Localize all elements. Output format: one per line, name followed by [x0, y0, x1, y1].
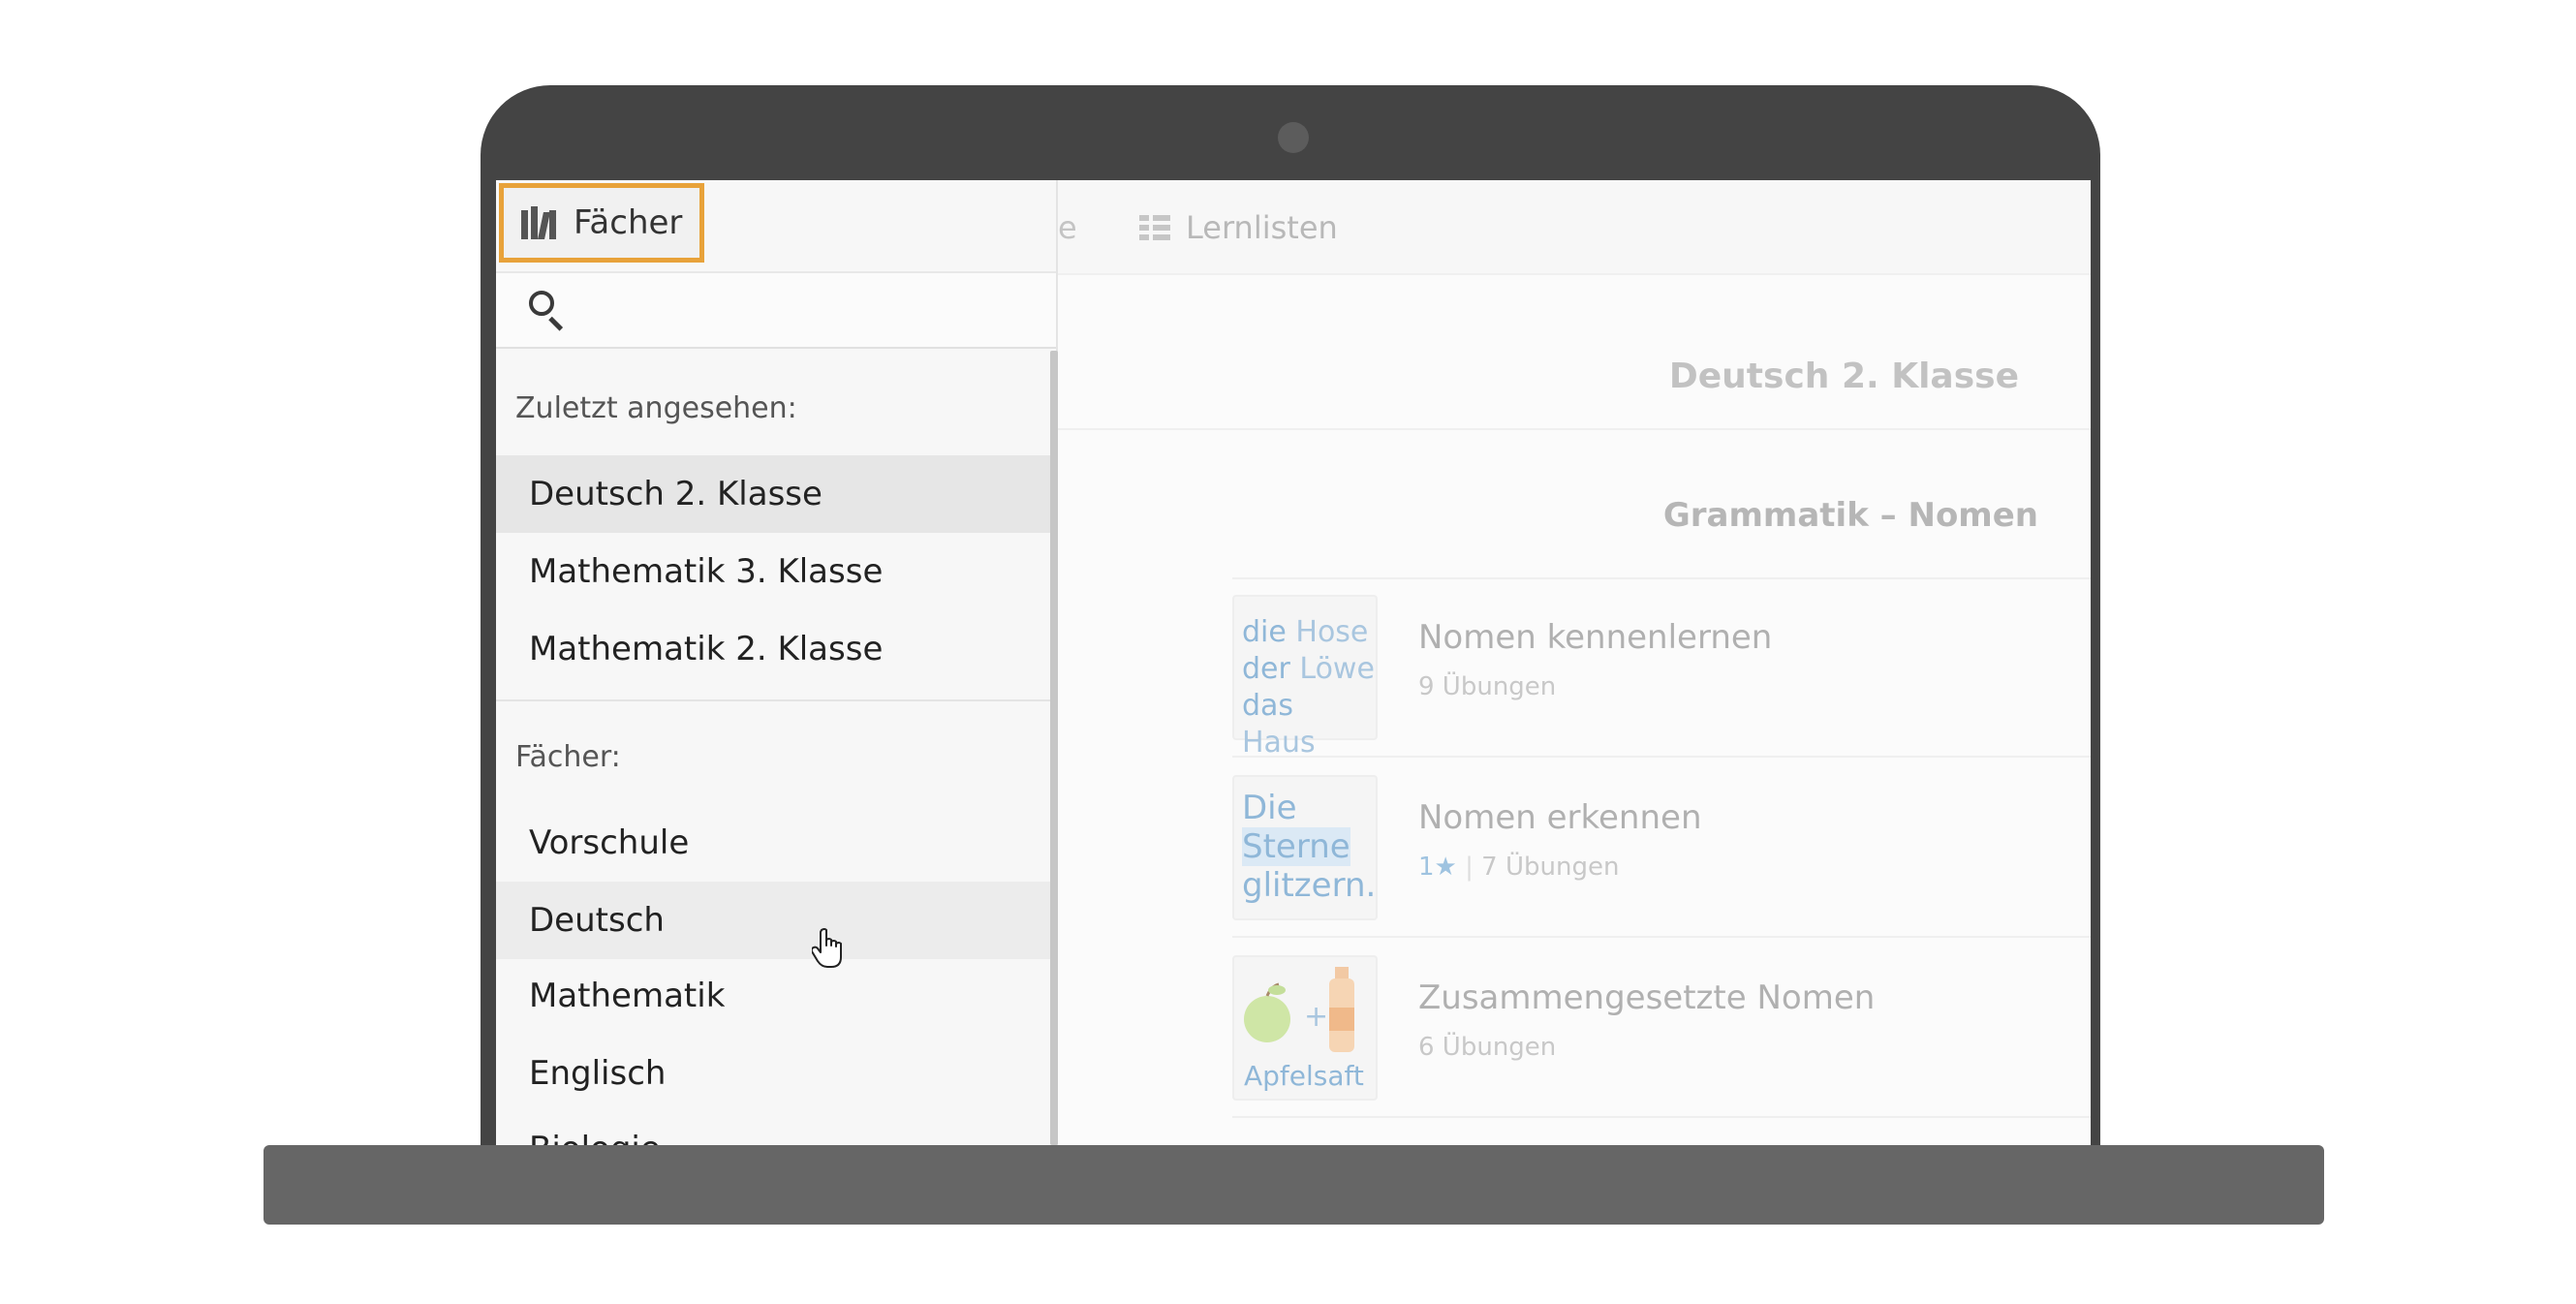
- separator: |: [1465, 853, 1474, 882]
- search-bar: [496, 271, 1056, 349]
- divider: [496, 699, 1056, 701]
- list-icon: [1139, 215, 1170, 240]
- recent-item-deutsch-2[interactable]: Deutsch 2. Klasse: [496, 455, 1056, 533]
- badge-count: 1: [1418, 853, 1435, 882]
- recent-item-mathematik-2[interactable]: Mathematik 2. Klasse: [496, 610, 1056, 688]
- nav-tab-partial[interactable]: e: [1058, 209, 1077, 246]
- nav-tab-lernlisten[interactable]: Lernlisten: [1139, 209, 1338, 246]
- faecher-button[interactable]: Fächer: [499, 183, 704, 263]
- subject-title: Deutsch 2. Klasse: [1668, 357, 2019, 396]
- recent-label: Zuletzt angesehen:: [515, 391, 797, 425]
- laptop-base: [264, 1145, 2324, 1225]
- topic-exercise-count: 7 Übungen: [1481, 853, 1620, 882]
- star-icon: ★: [1434, 853, 1457, 882]
- topic-thumbnail: Die Sterne glitzern.: [1232, 775, 1378, 920]
- nav-tab-lernlisten-label: Lernlisten: [1186, 209, 1338, 246]
- topic-exercise-count: 6 Übungen: [1418, 1033, 1557, 1062]
- search-input[interactable]: [589, 287, 1035, 335]
- topic-title: Nomen erkennen: [1418, 798, 1702, 837]
- thumb-word: Löwe: [1299, 652, 1375, 686]
- topic-meta: 1★ | 7 Übungen: [1418, 853, 1619, 882]
- topic-title: Zusammengesetzte Nomen: [1418, 978, 1876, 1017]
- thumb-word: Hose: [1295, 615, 1369, 649]
- thumb-word: der: [1242, 652, 1290, 686]
- subject-item-englisch[interactable]: Englisch: [496, 1035, 1056, 1112]
- subject-item-biologie[interactable]: Biologie: [496, 1110, 1056, 1145]
- subject-item-deutsch[interactable]: Deutsch: [496, 882, 1056, 959]
- hand-cursor-icon: [812, 928, 842, 968]
- screen: e Lernlisten Deutsch 2. Klasse Grammatik…: [496, 180, 2091, 1145]
- topic-thumbnail: + Apfelsaft: [1232, 955, 1378, 1101]
- thumb-word: Haus: [1242, 726, 1316, 760]
- thumb-word: die: [1242, 615, 1287, 649]
- search-icon[interactable]: [529, 291, 568, 331]
- thumb-word: glitzern.: [1242, 866, 1377, 905]
- subject-item-vorschule[interactable]: Vorschule: [496, 804, 1056, 882]
- topic-exercise-count: 9 Übungen: [1418, 672, 1557, 701]
- thumb-word: Apfelsaft: [1244, 1060, 1364, 1092]
- topic-card[interactable]: Die Sterne glitzern. Nomen erkennen 1★ |…: [1232, 760, 2091, 938]
- topic-card[interactable]: + Apfelsaft Zusammengesetzte Nomen 6 Übu…: [1232, 940, 2091, 1118]
- recent-item-mathematik-3[interactable]: Mathematik 3. Klasse: [496, 533, 1056, 610]
- subject-item-mathematik[interactable]: Mathematik: [496, 957, 1056, 1035]
- topic-card[interactable]: die Hose der Löwe das Haus Nomen kennenl…: [1232, 579, 2091, 760]
- thumb-word: Sterne: [1242, 827, 1350, 866]
- scrollbar[interactable]: [1050, 351, 1058, 1145]
- plus-sign: +: [1304, 1000, 1329, 1034]
- thumb-word: Die: [1242, 789, 1297, 827]
- camera-icon: [1278, 122, 1309, 153]
- topic-title: Nomen kennenlernen: [1418, 618, 1773, 657]
- thumb-word: das: [1242, 689, 1294, 723]
- topic-thumbnail: die Hose der Löwe das Haus: [1232, 595, 1378, 760]
- subjects-dropdown: Fächer Zuletzt angesehen: Deutsch 2. Kla…: [496, 180, 1058, 1145]
- subjects-label: Fächer:: [515, 740, 621, 774]
- section-title: Grammatik – Nomen: [1662, 496, 2038, 535]
- faecher-button-label: Fächer: [574, 203, 683, 242]
- books-icon: [521, 206, 556, 239]
